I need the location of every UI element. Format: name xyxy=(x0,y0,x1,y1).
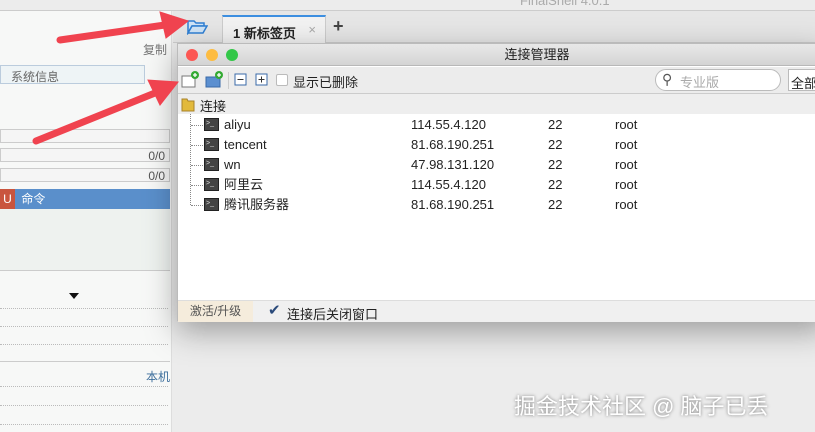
watermark: 掘金技术社区 @ 脑子已丢 xyxy=(514,394,769,419)
annotation-arrows xyxy=(32,11,190,145)
arrow-head-icon xyxy=(159,11,190,39)
